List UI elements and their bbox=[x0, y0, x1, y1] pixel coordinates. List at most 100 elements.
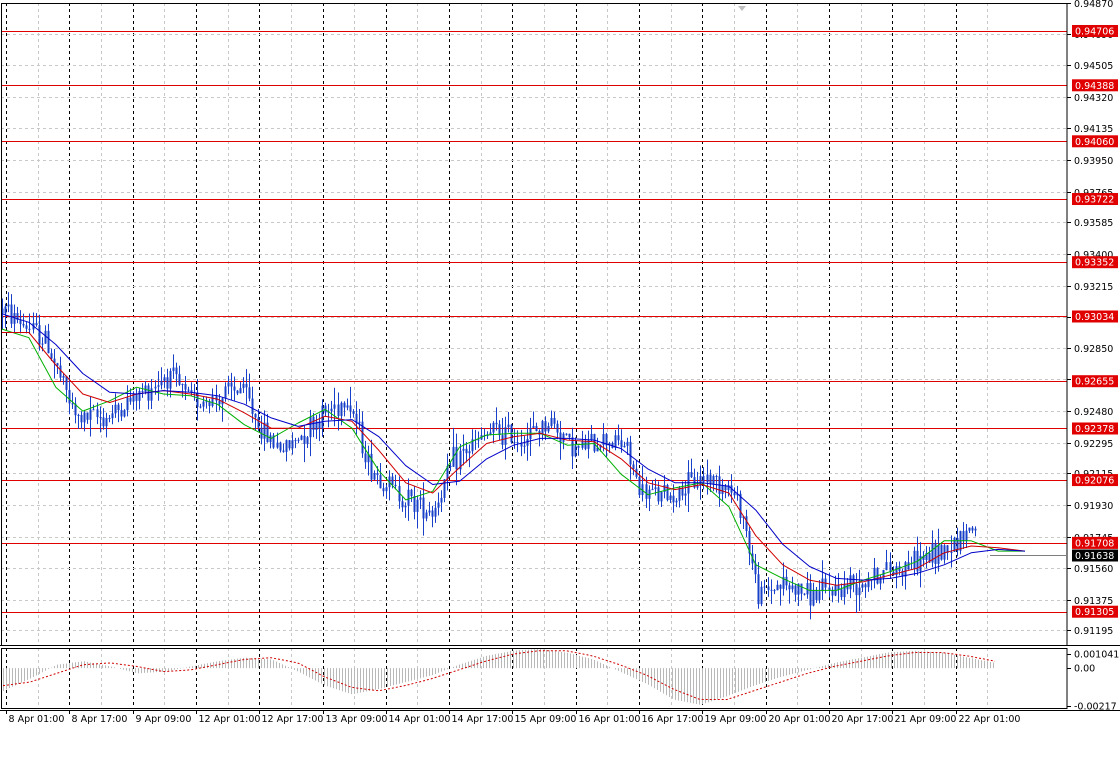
level-price-tag-label: 0.93034 bbox=[1075, 312, 1114, 323]
candle-body bbox=[92, 409, 95, 411]
candle-body bbox=[163, 377, 166, 381]
price-tick-label: 0.92295 bbox=[1074, 439, 1113, 450]
candle-body bbox=[638, 476, 641, 496]
candle-body bbox=[394, 484, 397, 486]
candle bbox=[940, 544, 943, 561]
candle-body bbox=[291, 440, 294, 449]
candle-body bbox=[56, 363, 59, 366]
level-price-tag-label: 0.94060 bbox=[1075, 137, 1114, 148]
candle-body bbox=[129, 397, 132, 402]
candle-body bbox=[968, 527, 971, 531]
candle-body bbox=[885, 562, 888, 571]
candle-body bbox=[937, 544, 940, 564]
candle-body bbox=[385, 487, 388, 492]
candle-body bbox=[333, 404, 336, 409]
candle-body bbox=[224, 386, 227, 399]
candle-body bbox=[913, 550, 916, 570]
candle-body bbox=[565, 433, 568, 435]
level-price-tag-label: 0.92076 bbox=[1075, 476, 1114, 487]
candle-body bbox=[440, 497, 443, 503]
candle bbox=[123, 409, 126, 418]
candle-body bbox=[382, 488, 385, 492]
time-tick-label: 8 Apr 17:00 bbox=[72, 714, 128, 725]
trading-chart[interactable]: 0.948700.946900.945050.943200.941350.939… bbox=[0, 0, 1120, 758]
candle-body bbox=[645, 484, 648, 499]
price-tick-label: 0.94320 bbox=[1074, 93, 1113, 104]
candle-body bbox=[449, 465, 452, 467]
candle-body bbox=[376, 473, 379, 476]
time-tick-label: 13 Apr 09:00 bbox=[326, 714, 388, 725]
price-tick-label: 0.93215 bbox=[1074, 282, 1113, 293]
candle-body bbox=[733, 492, 736, 496]
candle-body bbox=[199, 406, 202, 408]
candle-body bbox=[715, 476, 718, 478]
candle-body bbox=[681, 487, 684, 496]
candle-body bbox=[99, 417, 102, 419]
candle-body bbox=[410, 489, 413, 497]
current-price-tag-label: 0.91638 bbox=[1075, 551, 1114, 562]
candle-body bbox=[422, 497, 425, 519]
candle-body bbox=[965, 530, 968, 541]
candle-body bbox=[86, 412, 89, 420]
candle-body bbox=[818, 591, 821, 600]
candle-body bbox=[584, 440, 587, 449]
level-price-tag-label: 0.93352 bbox=[1075, 258, 1114, 269]
candle-body bbox=[437, 502, 440, 508]
candle-body bbox=[419, 497, 422, 500]
candle-body bbox=[831, 590, 834, 596]
candle-body bbox=[62, 375, 65, 378]
candle-body bbox=[779, 584, 782, 589]
time-tick-label: 15 Apr 09:00 bbox=[515, 714, 577, 725]
candle-body bbox=[562, 433, 565, 442]
candle-body bbox=[425, 512, 428, 519]
price-tick-label: 0.92850 bbox=[1074, 344, 1113, 355]
time-tick-label: 8 Apr 01:00 bbox=[9, 714, 65, 725]
chart-canvas[interactable]: 0.948700.946900.945050.943200.941350.939… bbox=[0, 0, 1120, 758]
time-tick-label: 21 Apr 09:00 bbox=[895, 714, 957, 725]
candle-body bbox=[416, 499, 419, 512]
candle-body bbox=[349, 405, 352, 412]
price-tick-label: 0.94870 bbox=[1074, 0, 1113, 10]
candle-body bbox=[96, 409, 99, 418]
candle-body bbox=[68, 389, 71, 404]
candle-body bbox=[160, 380, 163, 386]
candle-body bbox=[38, 325, 41, 345]
time-tick-label: 14 Apr 17:00 bbox=[452, 714, 514, 725]
candle-body bbox=[477, 439, 480, 441]
candle-body bbox=[251, 398, 254, 414]
time-tick-label: 12 Apr 17:00 bbox=[262, 714, 324, 725]
candle-body bbox=[513, 442, 516, 444]
candle-body bbox=[864, 584, 867, 588]
candle-body bbox=[626, 441, 629, 446]
level-price-tag-label: 0.94706 bbox=[1075, 27, 1114, 38]
candle-body bbox=[276, 442, 279, 448]
candle-body bbox=[803, 593, 806, 595]
candle-body bbox=[233, 386, 236, 391]
candle-body bbox=[202, 401, 205, 407]
candle-body bbox=[187, 389, 190, 391]
candle-body bbox=[181, 383, 184, 385]
price-tick-label: 0.93585 bbox=[1074, 218, 1113, 229]
candle-body bbox=[696, 485, 699, 488]
time-tick-label: 16 Apr 17:00 bbox=[642, 714, 704, 725]
candle-body bbox=[574, 445, 577, 457]
candle-body bbox=[404, 505, 407, 508]
candle-body bbox=[434, 507, 437, 517]
candle-body bbox=[559, 432, 562, 442]
candle-body bbox=[248, 387, 251, 399]
candle-body bbox=[526, 439, 529, 446]
candle-body bbox=[428, 510, 431, 513]
candle-body bbox=[757, 574, 760, 605]
candle-body bbox=[147, 385, 150, 401]
candle-body bbox=[28, 328, 31, 330]
candle-body bbox=[620, 440, 623, 448]
candle-body bbox=[358, 421, 361, 424]
candle-body bbox=[785, 576, 788, 586]
candle-body bbox=[306, 437, 309, 444]
candle-body bbox=[337, 404, 340, 417]
price-tick-label: 0.92480 bbox=[1074, 407, 1113, 418]
candle-body bbox=[154, 386, 157, 389]
level-price-tag-label: 0.92378 bbox=[1075, 424, 1114, 435]
candle-body bbox=[678, 487, 681, 501]
price-tick-label: 0.91375 bbox=[1074, 596, 1113, 607]
